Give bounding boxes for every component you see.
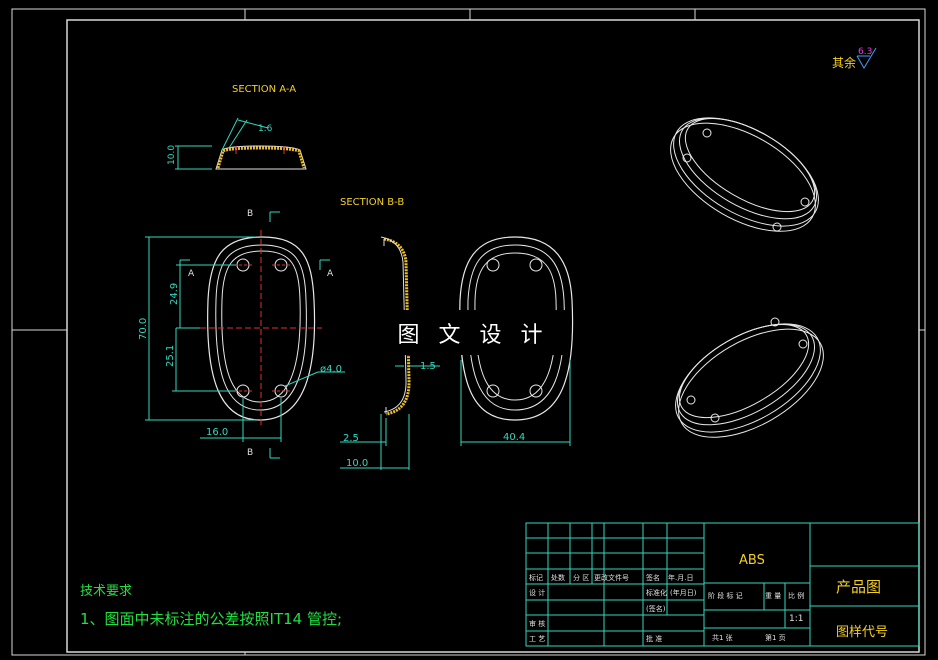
svg-text:审 核: 审 核	[529, 619, 545, 628]
svg-text:其余: 其余	[832, 55, 856, 70]
svg-text:技术要求: 技术要求	[80, 584, 132, 599]
svg-text:工 艺: 工 艺	[529, 635, 545, 643]
svg-text:2.5: 2.5	[343, 433, 359, 444]
watermark-label: 图 文 设 计	[378, 310, 568, 355]
svg-text:1:1: 1:1	[789, 614, 803, 624]
svg-text:分 区: 分 区	[573, 573, 589, 582]
isometric-view-top	[670, 117, 819, 232]
svg-text:A: A	[327, 269, 334, 279]
svg-text:更改文件号: 更改文件号	[594, 573, 629, 582]
svg-text:年.月.日: 年.月.日	[668, 573, 693, 582]
svg-text:1.6: 1.6	[258, 124, 273, 134]
svg-text:25.1: 25.1	[165, 345, 176, 367]
svg-text:16.0: 16.0	[206, 427, 228, 438]
svg-text:批 准: 批 准	[646, 634, 662, 643]
svg-text:SECTION B-B: SECTION B-B	[340, 197, 404, 208]
surface-roughness-symbol: 其余 6.3	[832, 47, 877, 70]
svg-text:(年月日): (年月日)	[670, 588, 697, 597]
svg-text:标记: 标记	[529, 573, 543, 582]
svg-text:第1 页: 第1 页	[765, 633, 786, 642]
svg-text:6.3: 6.3	[858, 47, 872, 57]
svg-text:B: B	[247, 448, 253, 458]
svg-text:24.9: 24.9	[169, 283, 180, 305]
svg-text:10.0: 10.0	[346, 458, 368, 469]
svg-text:10.0: 10.0	[167, 145, 177, 165]
svg-text:ABS: ABS	[739, 553, 765, 568]
plan-view: B B A A 70.0 24.9 25.1 16.0 ø4.0	[138, 209, 345, 459]
svg-text:标准化: 标准化	[646, 588, 667, 597]
svg-text:设 计: 设 计	[529, 588, 545, 597]
svg-text:图样代号: 图样代号	[836, 625, 888, 640]
section-a-view: SECTION A-A 1.6 10.0	[167, 84, 307, 170]
svg-text:SECTION A-A: SECTION A-A	[232, 84, 296, 95]
svg-text:处数: 处数	[551, 573, 565, 582]
svg-text:70.0: 70.0	[138, 318, 149, 340]
svg-text:A: A	[188, 269, 195, 279]
svg-text:签名: 签名	[646, 573, 660, 582]
svg-text:阶 段 标 记: 阶 段 标 记	[708, 591, 743, 600]
svg-text:1.5: 1.5	[420, 361, 436, 372]
svg-text:比 例: 比 例	[788, 591, 804, 600]
svg-text:40.4: 40.4	[503, 432, 525, 443]
technical-notes: 技术要求 1、图面中未标注的公差按照IT14 管控;	[80, 584, 342, 628]
svg-text:产品图: 产品图	[836, 578, 881, 596]
svg-text:ø4.0: ø4.0	[320, 364, 342, 375]
title-block: ABS 产品图 图样代号 1:1 标记 处数 分 区 更改文件号 签名 年.月.…	[525, 522, 920, 647]
svg-text:重 量: 重 量	[765, 592, 781, 600]
isometric-view-bottom	[675, 317, 824, 438]
svg-text:1、图面中未标注的公差按照IT14 管控;: 1、图面中未标注的公差按照IT14 管控;	[80, 610, 342, 628]
svg-text:共1 张: 共1 张	[712, 633, 733, 642]
svg-text:B: B	[247, 209, 253, 219]
svg-text:(签名): (签名)	[646, 604, 666, 613]
